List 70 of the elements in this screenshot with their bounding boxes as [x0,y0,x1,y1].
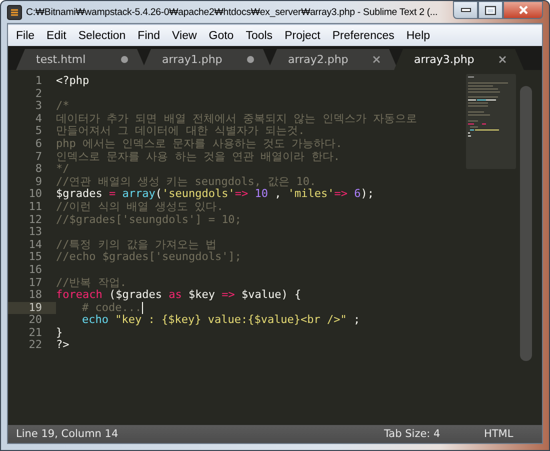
line-number: 11 [28,200,43,214]
menu-item[interactable]: File [10,30,41,42]
code-line: <?php [56,75,90,88]
tab-size[interactable]: Tab Size: 4 [384,428,484,440]
line-number: 2 [34,88,43,100]
code-line: } [56,326,63,340]
maximize-button[interactable] [478,1,503,19]
line-number: 19 [8,302,56,314]
close-button[interactable] [503,1,543,19]
code-line: 만들어져서 그 데이터에 대한 식별자가 되는것. [56,125,305,138]
line-number: 12 [28,214,43,226]
line-number: 16 [28,264,43,276]
tab[interactable]: array1.php [142,49,272,70]
line-number: 21 [28,326,43,340]
line-number: 10 [28,188,43,201]
code-line: //이런 식의 배열 생성도 있다. [56,200,224,214]
minimize-icon [460,8,470,12]
code-line: //특정 키의 값을 가져오는 법 [56,238,217,252]
line-number: 3 [34,100,43,113]
line-number: 9 [34,176,43,188]
menu-item[interactable]: Help [400,30,436,42]
line-number: 8 [34,163,43,176]
line-number: 5 [34,125,43,138]
line-number: 15 [28,251,43,264]
menu-item[interactable]: Project [278,30,326,42]
line-number: 1 [34,75,43,88]
code-line: ?> [56,339,70,352]
code-line: foreach ($grades as $key => $value) { [56,289,302,302]
line-number: 7 [34,150,43,164]
code-line: //$grades['seungdols'] = 10; [56,214,242,226]
cursor-position: Line 19, Column 14 [16,428,120,440]
code-line: 인덱스로 문자를 사용 하는 것을 연관 배열이라 한다. [56,150,340,164]
syntax-mode[interactable]: HTML [484,428,534,440]
maximize-icon [485,6,496,14]
app-icon [7,4,22,20]
code-line: //반복 작업. [56,276,126,290]
tab[interactable]: test.html [16,49,146,70]
line-number: 22 [28,339,43,352]
menu-item[interactable]: Goto [202,30,240,42]
line-number: 14 [28,238,43,252]
text-cursor [142,302,143,314]
window-title: C:₩Bitnami₩wampstack-5.4.26-0₩apache2₩htdocs₩ex_server₩array3.php - Sublime Text 2 (... [26,6,439,18]
line-number: 6 [34,138,43,151]
code-line: //echo $grades['seungdols']; [56,251,242,264]
line-number: 18 [28,289,43,302]
tab[interactable]: array2.php [268,49,398,70]
code-line: 데이터가 추가 되면 배열 전체에서 중복되지 않는 인덱스가 자동으로 [56,112,417,126]
code-line: /* [56,100,70,113]
line-number: 13 [28,226,43,239]
menu-item[interactable]: Tools [240,30,279,42]
line-number: 20 [28,314,43,327]
code-line: */ [56,163,70,176]
menu-item[interactable]: Find [132,30,166,42]
close-tab-icon[interactable] [373,56,380,63]
line-number: 4 [34,112,43,126]
minimize-button[interactable] [453,1,478,19]
close-tab-icon[interactable] [499,56,506,63]
code-line: //연관 배열의 생성 키는 seungdols, 값은 10. [56,176,316,188]
code-line: echo "key : {$key} value:{$value}<br />" ; [82,314,360,327]
code-line: # code... [82,302,142,314]
tab[interactable]: array3.php [394,49,524,70]
code-line: $grades = array('seungdols'=> 10 , 'miles'=> 6); [56,188,374,201]
menu-item[interactable]: Selection [72,30,132,42]
menu-item[interactable]: View [166,30,203,42]
line-number: 17 [28,276,43,290]
close-icon [518,5,528,15]
menu-item[interactable]: Edit [40,30,72,42]
menu-item[interactable]: Preferences [326,30,400,42]
code-line: php 에서는 인덱스로 문자를 사용하는 것도 가능하다. [56,138,342,151]
scrollbar[interactable] [520,86,532,361]
